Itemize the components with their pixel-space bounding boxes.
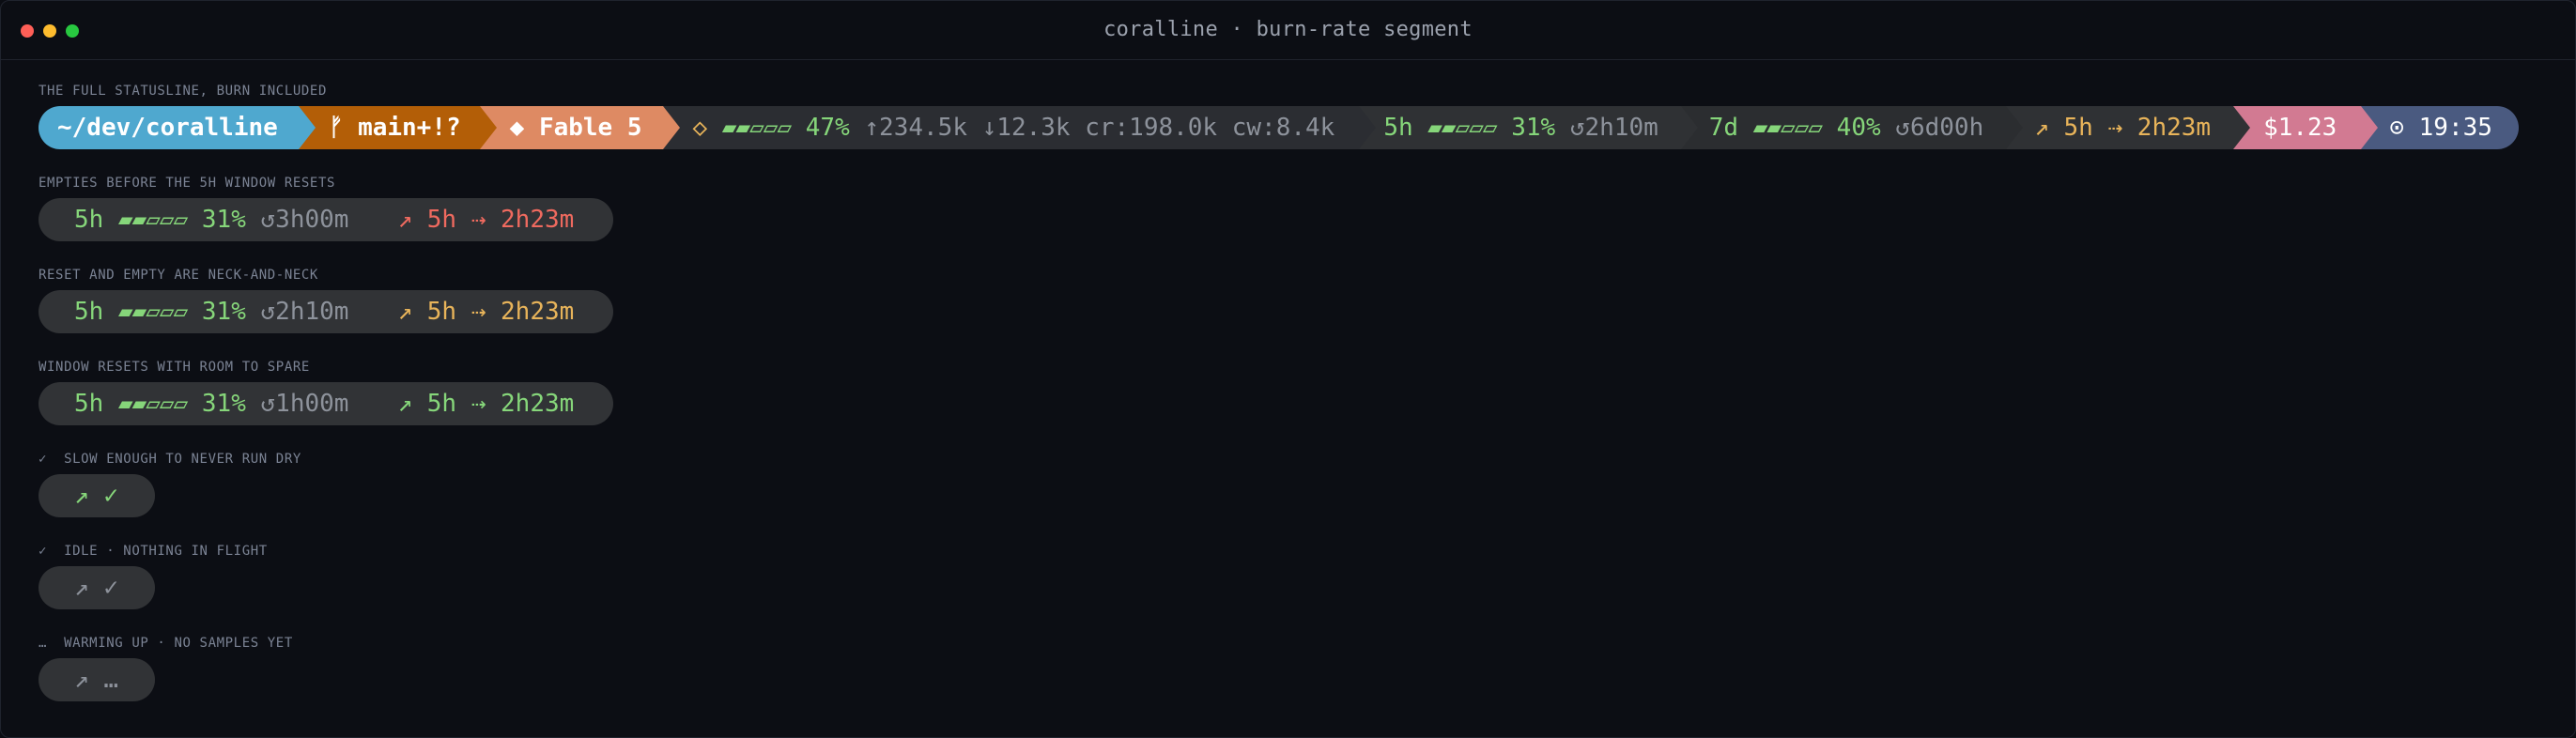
example-neck-pill: 5h ▰▰▱▱▱ 31% ↺2h10m ↗ 5h ⇢ 2h23m <box>39 290 613 333</box>
model-text: ◆ Fable 5 <box>509 114 642 142</box>
seven-day-segment: 7d ▰▰▱▱▱ 40% ↺6d00h <box>1680 106 2024 149</box>
git-branch-text: ᚠ main+!? <box>328 114 461 142</box>
cwd-segment: ~/dev/coralline <box>39 106 316 149</box>
model-separator <box>662 106 680 149</box>
section-label-spare: WINDOW RESETS WITH ROOM TO SPARE <box>39 360 310 375</box>
five-hour-bars: ▰▰▱▱▱ <box>1427 114 1497 142</box>
git-segment: ᚠ main+!? <box>298 106 497 149</box>
slow-arrow-icon: ↗ <box>74 482 89 510</box>
cost-separator <box>2361 106 2379 149</box>
window-title: coralline · burn-rate segment <box>1103 18 1473 41</box>
section-label-full: THE FULL STATUSLINE, BURN INCLUDED <box>39 84 327 99</box>
five-hour-label: 5h <box>1383 114 1413 142</box>
git-separator <box>479 106 497 149</box>
section-label-idle: ✓ IDLE · NOTHING IN FLIGHT <box>39 544 268 559</box>
context-tokens: ↑234.5k ↓12.3k cr:198.0k cw:8.4k <box>864 114 1335 142</box>
neck-percent: 31% <box>201 298 246 326</box>
empties-burn-rate: ↗ 5h ⇢ 2h23m <box>397 206 575 234</box>
cwd-separator <box>298 106 316 149</box>
example-empties-pill: 5h ▰▰▱▱▱ 31% ↺3h00m ↗ 5h ⇢ 2h23m <box>39 198 613 241</box>
cwd-text: ~/dev/coralline <box>57 114 278 142</box>
example-warming-pill: ↗ … <box>39 658 155 701</box>
context-separator <box>1359 106 1377 149</box>
section-label-empties: EMPTIES BEFORE THE 5H WINDOW RESETS <box>39 176 336 191</box>
seven-day-separator <box>2006 106 2024 149</box>
example-slow-pill: ↗ ✓ <box>39 474 155 517</box>
terminal-window: coralline · burn-rate segment THE FULL S… <box>0 0 2576 738</box>
empties-reset: ↺3h00m <box>260 206 349 234</box>
idle-arrow-icon: ↗ <box>74 574 89 602</box>
burn-rate-text: ↗ 5h ⇢ 2h23m <box>2034 114 2212 142</box>
seven-day-label: 7d <box>1708 114 1739 142</box>
seven-day-percent: 40% <box>1836 114 1881 142</box>
spare-window-label: 5h <box>74 390 104 418</box>
spare-reset: ↺1h00m <box>260 390 349 418</box>
example-idle-pill: ↗ ✓ <box>39 566 155 609</box>
idle-check-icon: ✓ <box>103 574 118 602</box>
section-label-slow: ✓ SLOW ENOUGH TO NEVER RUN DRY <box>39 452 301 467</box>
empties-percent: 31% <box>201 206 246 234</box>
warming-ellipsis-icon: … <box>103 666 118 694</box>
neck-bars: ▰▰▱▱▱ <box>117 298 188 326</box>
seven-day-bars: ▰▰▱▱▱ <box>1752 114 1823 142</box>
title-bar: coralline · burn-rate segment <box>1 1 2575 60</box>
neck-burn-rate: ↗ 5h ⇢ 2h23m <box>397 298 575 326</box>
section-label-warming: … WARMING UP · NO SAMPLES YET <box>39 636 293 651</box>
five-hour-reset: ↺2h10m <box>1569 114 1658 142</box>
warming-arrow-icon: ↗ <box>74 666 89 694</box>
empties-bars: ▰▰▱▱▱ <box>117 206 188 234</box>
burn-separator <box>2233 106 2251 149</box>
full-statusline: ~/dev/coralline ᚠ main+!? ◆ Fable 5 ◇ ▰▰… <box>39 106 2519 149</box>
example-spare-pill: 5h ▰▰▱▱▱ 31% ↺1h00m ↗ 5h ⇢ 2h23m <box>39 382 613 425</box>
five-hour-segment: 5h ▰▰▱▱▱ 31% ↺2h10m <box>1359 106 1698 149</box>
five-hour-separator <box>1680 106 1698 149</box>
context-icon: ◇ <box>692 114 708 142</box>
section-label-neck: RESET AND EMPTY ARE NECK-AND-NECK <box>39 268 318 283</box>
context-segment: ◇ ▰▰▱▱▱ 47% ↑234.5k ↓12.3k cr:198.0k cw:… <box>662 106 1377 149</box>
cost-segment: $1.23 <box>2233 106 2379 149</box>
model-segment: ◆ Fable 5 <box>479 106 680 149</box>
seven-day-reset: ↺6d00h <box>1895 114 1984 142</box>
burn-rate-segment: ↗ 5h ⇢ 2h23m <box>2006 106 2251 149</box>
context-percent: 47% <box>805 114 850 142</box>
spare-percent: 31% <box>201 390 246 418</box>
spare-bars: ▰▰▱▱▱ <box>117 390 188 418</box>
slow-check-icon: ✓ <box>103 482 118 510</box>
clock-text: ⊙ 19:35 <box>2389 114 2492 142</box>
time-segment: ⊙ 19:35 <box>2361 106 2519 149</box>
neck-reset: ↺2h10m <box>260 298 349 326</box>
spare-burn-rate: ↗ 5h ⇢ 2h23m <box>397 390 575 418</box>
neck-window-label: 5h <box>74 298 104 326</box>
cost-text: $1.23 <box>2263 114 2337 142</box>
five-hour-percent: 31% <box>1511 114 1556 142</box>
context-bars: ▰▰▱▱▱ <box>721 114 792 142</box>
empties-window-label: 5h <box>74 206 104 234</box>
